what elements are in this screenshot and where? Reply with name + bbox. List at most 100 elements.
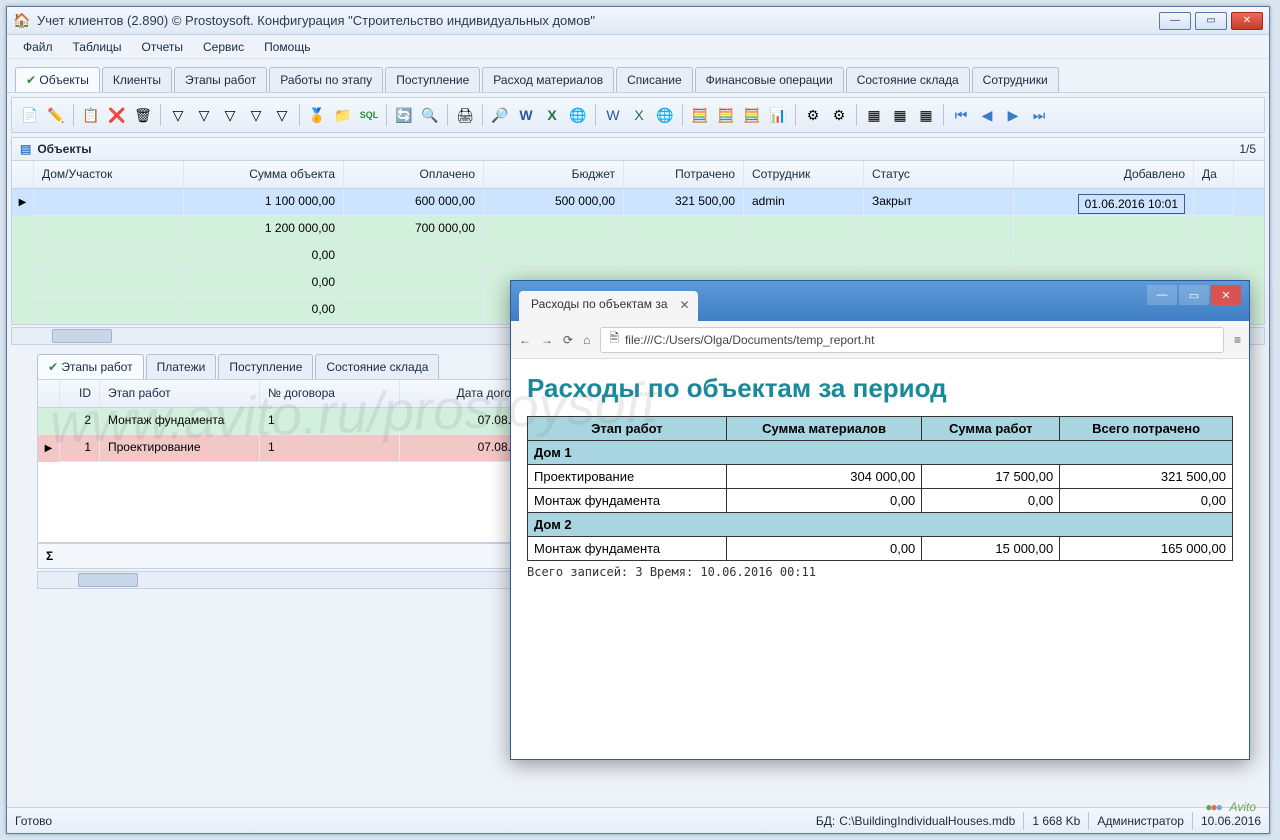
tool-preview-icon[interactable]: 🔎 xyxy=(488,103,512,127)
tool-refresh-icon[interactable]: 🔄 xyxy=(392,103,416,127)
tab-income[interactable]: Поступление xyxy=(385,67,480,92)
tool-remove-icon[interactable]: 🗑 xyxy=(131,103,155,127)
col-added[interactable]: Добавлено xyxy=(1014,161,1194,188)
titlebar[interactable]: 🏠 Учет клиентов (2.890) © Prostoysoft. К… xyxy=(7,7,1269,35)
statusbar: Готово БД: C:\BuildingIndividualHouses.m… xyxy=(7,807,1269,833)
tab-objects[interactable]: Объекты xyxy=(15,67,100,92)
subtab-stages[interactable]: Этапы работ xyxy=(37,354,144,379)
status-ready: Готово xyxy=(15,814,52,828)
browser-tab[interactable]: Расходы по объектам за ✕ xyxy=(519,291,698,321)
close-button[interactable]: ✕ xyxy=(1231,12,1263,30)
nav-first-icon[interactable]: ⏮ xyxy=(949,103,973,127)
tool-export-word-icon[interactable]: W xyxy=(601,103,625,127)
tool-gear2-icon[interactable]: ⚙ xyxy=(827,103,851,127)
tool-print-icon[interactable]: 🖨 xyxy=(453,103,477,127)
file-icon: 🗎 xyxy=(609,329,619,350)
tool-table2-icon[interactable]: ▦ xyxy=(888,103,912,127)
tab-employees[interactable]: Сотрудники xyxy=(972,67,1059,92)
col-status[interactable]: Статус xyxy=(864,161,1014,188)
tool-filter5-icon[interactable]: ▽ xyxy=(270,103,294,127)
browser-home-icon[interactable]: ⌂ xyxy=(583,333,590,347)
col-sum[interactable]: Сумма объекта xyxy=(184,161,344,188)
tool-filter3-icon[interactable]: ▽ xyxy=(218,103,242,127)
menu-help[interactable]: Помощь xyxy=(256,37,318,57)
subtab-payments[interactable]: Платежи xyxy=(146,354,217,379)
tool-medal-icon[interactable]: 🏅 xyxy=(305,103,329,127)
col-budget[interactable]: Бюджет xyxy=(484,161,624,188)
tool-export-html-icon[interactable]: 🌐 xyxy=(653,103,677,127)
tool-filter4-icon[interactable]: ▽ xyxy=(244,103,268,127)
tool-word-icon[interactable]: W xyxy=(514,103,538,127)
tool-table1-icon[interactable]: ▦ xyxy=(862,103,886,127)
menu-reports[interactable]: Отчеты xyxy=(134,37,191,57)
browser-close-button[interactable]: ✕ xyxy=(1211,285,1241,305)
browser-tab-close-icon[interactable]: ✕ xyxy=(679,298,689,312)
col-spent[interactable]: Потрачено xyxy=(624,161,744,188)
section-counter: 1/5 xyxy=(1239,142,1256,156)
browser-min-button[interactable]: — xyxy=(1147,285,1177,305)
tool-gear1-icon[interactable]: ⚙ xyxy=(801,103,825,127)
tool-find-icon[interactable]: 🔍 xyxy=(418,103,442,127)
col-house[interactable]: Дом/Участок xyxy=(34,161,184,188)
tool-calc2-icon[interactable]: 🧮 xyxy=(714,103,738,127)
tab-material-expense[interactable]: Расход материалов xyxy=(482,67,614,92)
nav-prev-icon[interactable]: ◀ xyxy=(975,103,999,127)
tab-stage-works[interactable]: Работы по этапу xyxy=(269,67,383,92)
tool-calc3-icon[interactable]: 🧮 xyxy=(740,103,764,127)
tool-table3-icon[interactable]: ▦ xyxy=(914,103,938,127)
browser-url-field[interactable]: 🗎 file:///C:/Users/Olga/Documents/temp_r… xyxy=(600,327,1224,353)
subtab-stock[interactable]: Состояние склада xyxy=(315,354,439,379)
scol-contract[interactable]: № договора xyxy=(260,380,400,407)
tool-export-excel-icon[interactable]: X xyxy=(627,103,651,127)
tab-finance-ops[interactable]: Финансовые операции xyxy=(695,67,844,92)
main-tabbar: Объекты Клиенты Этапы работ Работы по эт… xyxy=(7,59,1269,93)
tab-stages[interactable]: Этапы работ xyxy=(174,67,267,92)
scol-id[interactable]: ID xyxy=(60,380,100,407)
browser-back-icon[interactable]: ← xyxy=(519,333,531,347)
subtab-income[interactable]: Поступление xyxy=(218,354,313,379)
tool-folder-icon[interactable]: 📁 xyxy=(331,103,355,127)
nav-next-icon[interactable]: ▶ xyxy=(1001,103,1025,127)
tool-calc1-icon[interactable]: 🧮 xyxy=(688,103,712,127)
col-extra[interactable]: Да xyxy=(1194,161,1234,188)
menu-file[interactable]: Файл xyxy=(15,37,61,57)
browser-body: Расходы по объектам за период Этап работ… xyxy=(511,359,1249,759)
tool-edit-icon[interactable]: ✏️ xyxy=(44,103,68,127)
tab-writeoff[interactable]: Списание xyxy=(616,67,693,92)
tool-filter2-icon[interactable]: ▽ xyxy=(192,103,216,127)
browser-url-text: file:///C:/Users/Olga/Documents/temp_rep… xyxy=(625,333,874,347)
status-db-label: БД: xyxy=(816,814,835,828)
tool-filter1-icon[interactable]: ▽ xyxy=(166,103,190,127)
browser-fwd-icon[interactable]: → xyxy=(541,333,553,347)
tool-chart-icon[interactable]: 📊 xyxy=(766,103,790,127)
nav-last-icon[interactable]: ⏭ xyxy=(1027,103,1051,127)
maximize-button[interactable]: ▭ xyxy=(1195,12,1227,30)
tool-sql-icon[interactable]: SQL xyxy=(357,103,381,127)
tool-delete-icon[interactable]: ❌ xyxy=(105,103,129,127)
menu-service[interactable]: Сервис xyxy=(195,37,252,57)
tab-stock-state[interactable]: Состояние склада xyxy=(846,67,970,92)
tool-excel-icon[interactable]: X xyxy=(540,103,564,127)
browser-max-button[interactable]: ▭ xyxy=(1179,285,1209,305)
table-row[interactable]: 1 200 000,00700 000,00 xyxy=(12,216,1264,243)
section-header: ▤ Объекты 1/5 xyxy=(11,137,1265,161)
scol-stage[interactable]: Этап работ xyxy=(100,380,260,407)
scol-date[interactable]: Дата дого xyxy=(400,380,520,407)
browser-titlebar[interactable]: Расходы по объектам за ✕ — ▭ ✕ xyxy=(511,281,1249,321)
tool-html-icon[interactable]: 🌐 xyxy=(566,103,590,127)
browser-reload-icon[interactable]: ⟳ xyxy=(563,333,573,347)
table-row[interactable]: 0,00 xyxy=(12,243,1264,270)
toolbar: 📄 ✏️ 📋 ❌ 🗑 ▽ ▽ ▽ ▽ ▽ 🏅 📁 SQL 🔄 🔍 🖨 🔎 W X… xyxy=(11,97,1265,133)
table-row[interactable]: ▶1 100 000,00600 000,00500 000,00321 500… xyxy=(12,189,1264,216)
menu-tables[interactable]: Таблицы xyxy=(65,37,130,57)
status-db-size: 1 668 Kb xyxy=(1032,814,1080,828)
col-emp[interactable]: Сотрудник xyxy=(744,161,864,188)
tool-copy-icon[interactable]: 📋 xyxy=(79,103,103,127)
col-paid[interactable]: Оплачено xyxy=(344,161,484,188)
tool-new-icon[interactable]: 📄 xyxy=(18,103,42,127)
browser-menu-icon[interactable]: ≡ xyxy=(1234,333,1241,347)
tab-clients[interactable]: Клиенты xyxy=(102,67,172,92)
minimize-button[interactable]: — xyxy=(1159,12,1191,30)
browser-window: Расходы по объектам за ✕ — ▭ ✕ ← → ⟳ ⌂ 🗎… xyxy=(510,280,1250,760)
section-icon: ▤ xyxy=(20,142,31,156)
